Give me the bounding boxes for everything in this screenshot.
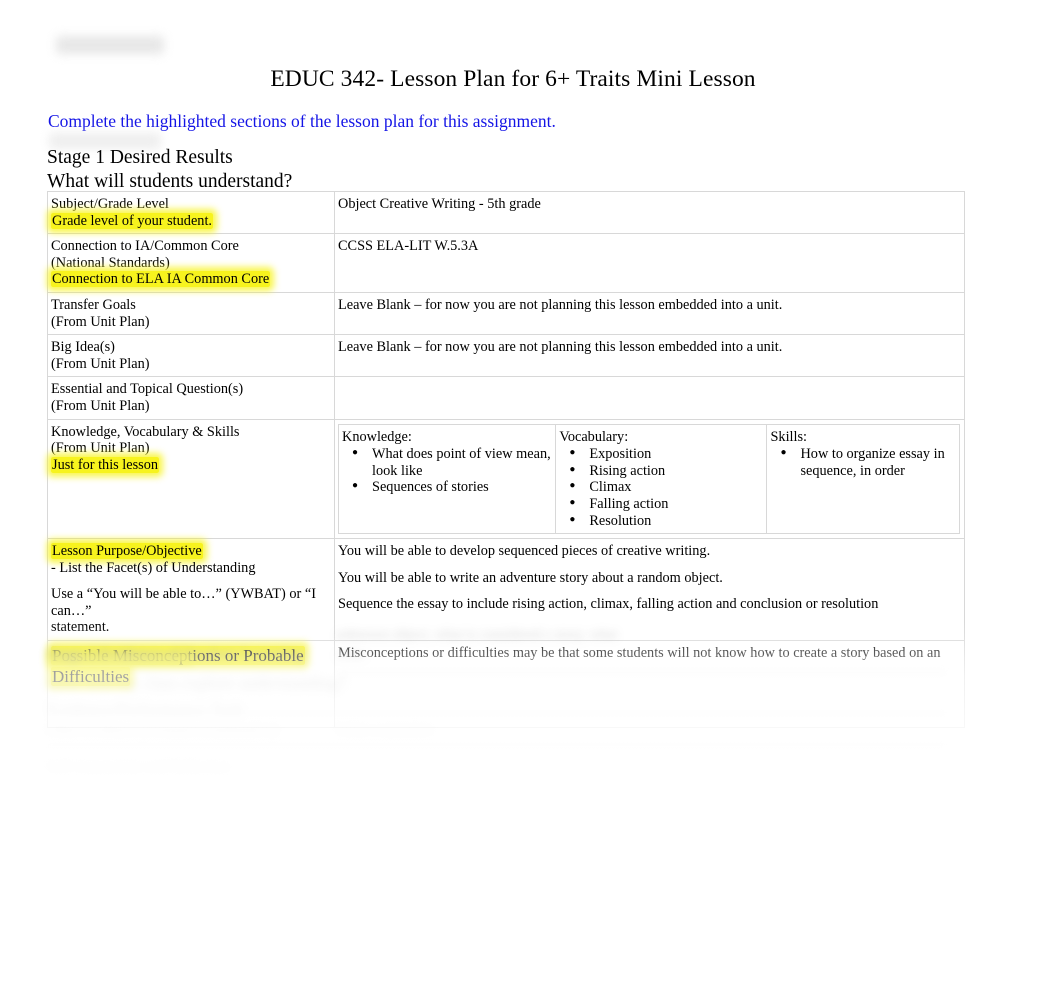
row-label-subject-grade-level: Subject/Grade Level Grade level of your … bbox=[47, 190, 335, 235]
knowledge-list: What does point of view mean, look like … bbox=[342, 445, 551, 496]
stage-heading: Stage 1 Desired Results What will studen… bbox=[47, 146, 292, 193]
label-line: Connection to IA/Common Core bbox=[51, 238, 239, 255]
vocabulary-heading: Vocabulary: bbox=[559, 428, 629, 445]
label-line: Essential and Topical Question(s) bbox=[51, 381, 244, 398]
page-title: EDUC 342- Lesson Plan for 6+ Traits Mini… bbox=[270, 66, 756, 92]
redacted-header-block bbox=[56, 36, 164, 54]
row-value-transfer-goals: Leave Blank – for now you are not planni… bbox=[334, 291, 965, 336]
obscured-text: Write a narrative bbox=[336, 722, 433, 738]
label-line: (National Standards) bbox=[51, 254, 170, 271]
knowledge-heading: Knowledge: bbox=[342, 428, 412, 445]
stage-heading-line2: What will students understand? bbox=[47, 170, 293, 192]
kvs-skills-cell: Skills: How to organize essay in sequenc… bbox=[766, 423, 960, 535]
list-item: Climax bbox=[569, 478, 762, 496]
row-value-common-core: CCSS ELA-LIT W.5.3A bbox=[334, 233, 965, 293]
row-label-transfer-goals: Transfer Goals (From Unit Plan) bbox=[47, 291, 335, 336]
row-value-lesson-purpose: You will be able to develop sequenced pi… bbox=[334, 538, 965, 642]
assignment-instruction: Complete the highlighted sections of the… bbox=[48, 111, 556, 131]
table-row: Transfer Goals (From Unit Plan) Leave Bl… bbox=[47, 291, 965, 336]
kvs-knowledge-cell: Knowledge: What does point of view mean,… bbox=[337, 423, 557, 535]
kvs-subtable: Knowledge: What does point of view mean,… bbox=[337, 423, 960, 535]
list-item: Exposition bbox=[569, 445, 762, 463]
label-highlight: Just for this lesson bbox=[51, 456, 160, 473]
obscured-text: How will my class explore understanding? bbox=[47, 673, 346, 693]
row-label-lesson-purpose: Lesson Purpose/Objective - List the Face… bbox=[47, 538, 335, 642]
label-line: Use a “You will be able to…” (YWBAT) or … bbox=[51, 586, 316, 619]
list-item: Falling action bbox=[569, 495, 762, 513]
label-line: Transfer Goals bbox=[51, 296, 136, 313]
obscured-text: Other Evidence (Formative/Summative) bbox=[47, 722, 278, 738]
obscured-text: order bbox=[336, 647, 367, 663]
row-value-big-ideas: Leave Blank – for now you are not planni… bbox=[334, 334, 965, 378]
redacted-rule bbox=[47, 745, 946, 746]
table-row: Connection to IA/Common Core (National S… bbox=[47, 233, 965, 293]
label-highlight: Connection to ELA IA Common Core bbox=[51, 271, 271, 288]
value-text: You will be able to write an adventure s… bbox=[338, 569, 723, 586]
row-label-knowledge-vocabulary-skills: Knowledge, Vocabulary & Skills (From Uni… bbox=[47, 418, 335, 540]
label-highlight: Grade level of your student. bbox=[51, 212, 213, 229]
label-line: (From Unit Plan) bbox=[51, 440, 150, 457]
skills-list: How to organize essay in sequence, in or… bbox=[770, 445, 955, 479]
table-row: Lesson Purpose/Objective - List the Face… bbox=[47, 538, 965, 642]
row-value-misconceptions: Misconceptions or difficulties may be th… bbox=[334, 640, 965, 729]
label-line: Knowledge, Vocabulary & Skills bbox=[51, 423, 240, 440]
list-item: Resolution bbox=[569, 512, 762, 530]
redacted-rule bbox=[336, 672, 946, 673]
document-page: EDUC 342- Lesson Plan for 6+ Traits Mini… bbox=[0, 0, 1062, 1006]
label-line: Big Idea(s) bbox=[51, 339, 115, 356]
label-line: - List the Facet(s) of Understanding bbox=[51, 559, 256, 576]
value-text: Sequence the essay to include rising act… bbox=[338, 596, 879, 613]
stage-heading-line1: Stage 1 Desired Results bbox=[47, 147, 233, 168]
list-item: How to organize essay in sequence, in or… bbox=[781, 445, 955, 479]
label-line: (From Unit Plan) bbox=[51, 355, 150, 372]
list-item: Rising action bbox=[569, 462, 762, 480]
skills-heading: Skills: bbox=[770, 428, 808, 445]
row-label-big-ideas: Big Idea(s) (From Unit Plan) bbox=[47, 334, 335, 378]
obscured-text: Stage 2 Evidence of Student Learning bbox=[47, 646, 305, 663]
label-line: statement. bbox=[51, 619, 110, 636]
label-line: Subject/Grade Level bbox=[51, 196, 169, 212]
value-text: You will be able to develop sequenced pi… bbox=[338, 543, 711, 560]
list-item: Sequences of stories bbox=[352, 478, 551, 496]
table-row: Knowledge, Vocabulary & Skills (From Uni… bbox=[47, 418, 965, 540]
vocabulary-list: Exposition Rising action Climax Falling … bbox=[559, 445, 762, 530]
label-line: (From Unit Plan) bbox=[51, 397, 150, 414]
value-text: Misconceptions or difficulties may be th… bbox=[338, 645, 941, 662]
label-line: (From Unit Plan) bbox=[51, 313, 150, 330]
row-value-knowledge-vocabulary-skills: Knowledge: What does point of view mean,… bbox=[334, 418, 965, 540]
row-value-essential-questions bbox=[334, 376, 965, 420]
list-item: What does point of view mean, look like bbox=[352, 445, 551, 479]
table-row: Subject/Grade Level Grade level of your … bbox=[47, 190, 965, 235]
label-highlight: Lesson Purpose/Objective bbox=[51, 543, 203, 560]
value-text: Leave Blank – for now you are not planni… bbox=[338, 339, 783, 356]
obscured-text: Self-Assessment and Reflection bbox=[47, 759, 230, 775]
value-text: Leave Blank – for now you are not planni… bbox=[338, 296, 783, 313]
kvs-vocabulary-cell: Vocabulary: Exposition Rising action Cli… bbox=[555, 423, 768, 535]
table-row: Essential and Topical Question(s) (From … bbox=[47, 376, 965, 420]
row-label-essential-questions: Essential and Topical Question(s) (From … bbox=[47, 376, 335, 420]
row-label-common-core: Connection to IA/Common Core (National S… bbox=[47, 233, 335, 293]
table-row: Big Idea(s) (From Unit Plan) Leave Blank… bbox=[47, 334, 965, 378]
obscured-text: Evidence/Performance Task bbox=[47, 699, 244, 719]
row-value-subject-grade-level: Object Creative Writing - 5th grade bbox=[334, 190, 965, 235]
value-text: Object Creative Writing - 5th grade bbox=[338, 196, 541, 212]
obscured-text: unknown object, what is considered a sto… bbox=[336, 627, 618, 643]
value-text: CCSS ELA-LIT W.5.3A bbox=[338, 238, 479, 255]
